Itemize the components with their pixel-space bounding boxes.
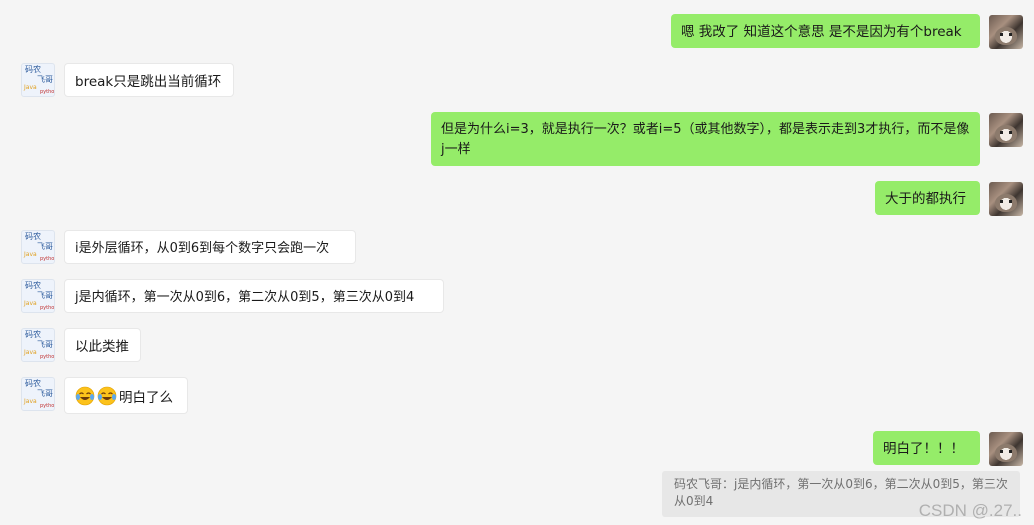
contact-avatar[interactable]: 码农 飞哥 Java python xyxy=(21,63,55,97)
avatar-logo-text: 码农 xyxy=(25,379,41,388)
avatar-logo-text: 飞哥 xyxy=(37,291,53,300)
avatar-logo-text: 码农 xyxy=(25,65,41,74)
avatar-logo-text: 码农 xyxy=(25,281,41,290)
message-bubble-contact[interactable]: 明白了么 xyxy=(64,377,188,414)
message-bubble-self[interactable]: 嗯 我改了 知道这个意思 是不是因为有个break xyxy=(671,14,980,48)
contact-avatar[interactable]: 码农 飞哥 Java python xyxy=(21,377,55,411)
contact-avatar[interactable]: 码农 飞哥 Java python xyxy=(21,279,55,313)
watermark: CSDN @.27.. xyxy=(918,501,1022,520)
message-bubble-contact[interactable]: i是外层循环，从0到6到每个数字只会跑一次 xyxy=(64,230,356,264)
avatar-logo-text: 码农 xyxy=(25,232,41,241)
self-avatar[interactable] xyxy=(989,113,1023,147)
message-bubble-self[interactable]: 大于的都执行 xyxy=(875,181,980,215)
message-bubble-self[interactable]: 但是为什么i=3，就是执行一次？或者i=5（或其他数字），都是表示走到3才执行，… xyxy=(431,112,980,166)
avatar-logo-text: python xyxy=(40,403,55,409)
avatar-logo-text: Java xyxy=(24,251,37,258)
message-bubble-contact[interactable]: j是内循环，第一次从0到6，第二次从0到5，第三次从0到4 xyxy=(64,279,444,313)
contact-avatar[interactable]: 码农 飞哥 Java python xyxy=(21,230,55,264)
self-avatar[interactable] xyxy=(989,182,1023,216)
tears-of-joy-emoji-icon xyxy=(75,386,95,406)
avatar-logo-text: 飞哥 xyxy=(37,75,53,84)
self-avatar[interactable] xyxy=(989,15,1023,49)
avatar-logo-text: 飞哥 xyxy=(37,340,53,349)
message-bubble-self[interactable]: 明白了！！！ xyxy=(873,431,980,465)
avatar-logo-text: 飞哥 xyxy=(37,242,53,251)
avatar-logo-text: Java xyxy=(24,84,37,91)
avatar-logo-text: Java xyxy=(24,398,37,405)
avatar-logo-text: python xyxy=(40,305,55,311)
avatar-logo-text: 飞哥 xyxy=(37,389,53,398)
message-bubble-contact[interactable]: break只是跳出当前循环 xyxy=(64,63,234,97)
message-text: 明白了么 xyxy=(119,390,173,406)
tears-of-joy-emoji-icon xyxy=(97,386,117,406)
avatar-logo-text: Java xyxy=(24,300,37,307)
message-bubble-contact[interactable]: 以此类推 xyxy=(64,328,141,362)
self-avatar[interactable] xyxy=(989,432,1023,466)
avatar-logo-text: Java xyxy=(24,349,37,356)
avatar-logo-text: python xyxy=(40,354,55,360)
avatar-logo-text: 码农 xyxy=(25,330,41,339)
contact-avatar[interactable]: 码农 飞哥 Java python xyxy=(21,328,55,362)
avatar-logo-text: python xyxy=(40,89,55,95)
avatar-logo-text: python xyxy=(40,256,55,262)
